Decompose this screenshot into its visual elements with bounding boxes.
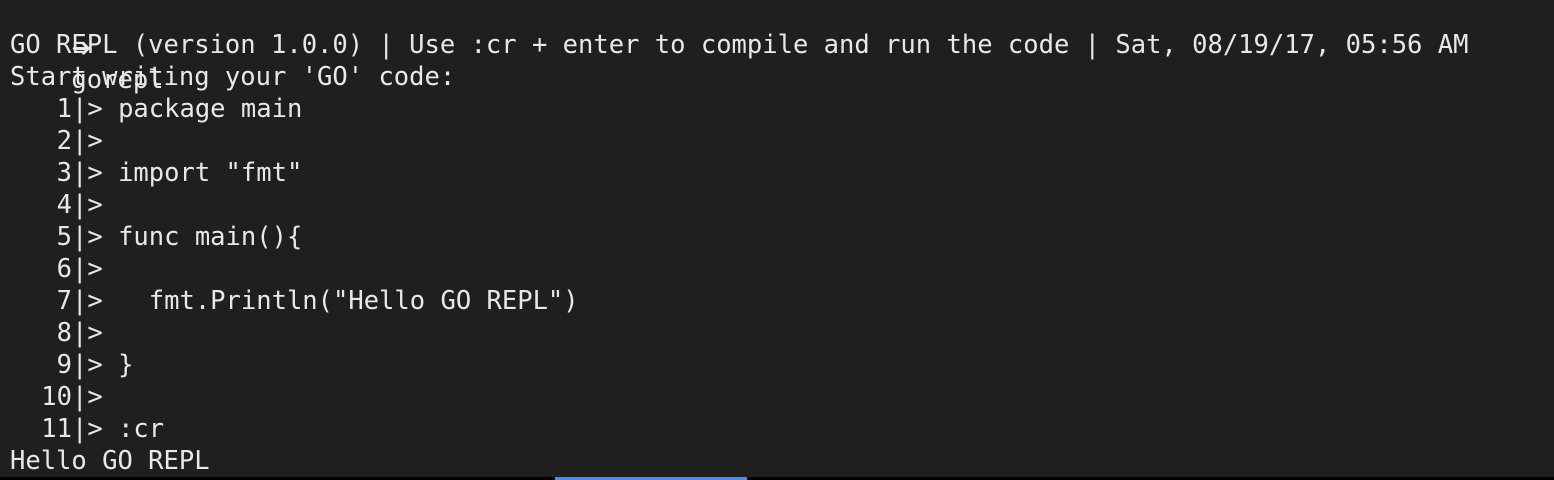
line-marker: |>: [72, 382, 119, 412]
line-number: 3: [56, 158, 72, 188]
line-number: 5: [56, 222, 72, 252]
line-number: 4: [56, 190, 72, 220]
line-number: 11: [41, 414, 72, 444]
line-marker: |>: [72, 350, 119, 380]
code-text: fmt.Println("Hello GO REPL"): [118, 286, 579, 316]
code-line[interactable]: 1|> package main: [10, 93, 303, 125]
line-marker: |>: [72, 414, 119, 444]
line-number: 6: [56, 254, 72, 284]
line-number: 7: [56, 286, 72, 316]
code-line[interactable]: 8|>: [10, 317, 118, 349]
program-output: Hello GO REPL: [10, 446, 210, 476]
start-message: Start writing your 'GO' code:: [10, 62, 456, 92]
line-number: 8: [56, 318, 72, 348]
terminal-window[interactable]: ➜ gorepl GO REPL (version 1.0.0) | Use :…: [0, 0, 1554, 480]
code-text: }: [118, 350, 134, 380]
line-marker: |>: [72, 190, 119, 220]
line-marker: |>: [72, 286, 119, 316]
line-marker: |>: [72, 158, 119, 188]
code-line[interactable]: 4|>: [10, 189, 118, 221]
line-marker: |>: [72, 222, 119, 252]
repl-banner: GO REPL (version 1.0.0) | Use :cr + ente…: [10, 30, 1469, 60]
line-number: 10: [41, 382, 72, 412]
line-marker: |>: [72, 126, 119, 156]
code-text: func main(){: [118, 222, 303, 252]
line-number: 9: [56, 350, 72, 380]
code-line[interactable]: 2|>: [10, 125, 118, 157]
code-line[interactable]: 10|>: [10, 381, 118, 413]
code-text: :cr: [118, 414, 165, 444]
code-line[interactable]: 9|> }: [10, 349, 134, 381]
code-line[interactable]: 11|> :cr: [10, 413, 164, 445]
line-number: 2: [56, 126, 72, 156]
line-number: 1: [56, 94, 72, 124]
code-line[interactable]: 3|> import "fmt": [10, 157, 303, 189]
code-text: package main: [118, 94, 303, 124]
line-marker: |>: [72, 94, 119, 124]
code-line[interactable]: 7|> fmt.Println("Hello GO REPL"): [10, 285, 579, 317]
line-marker: |>: [72, 318, 119, 348]
code-text: import "fmt": [118, 158, 303, 188]
code-line[interactable]: 6|>: [10, 253, 118, 285]
shell-prompt-line: ➜ gorepl: [10, 0, 163, 95]
code-line[interactable]: 5|> func main(){: [10, 221, 303, 253]
line-marker: |>: [72, 254, 119, 284]
